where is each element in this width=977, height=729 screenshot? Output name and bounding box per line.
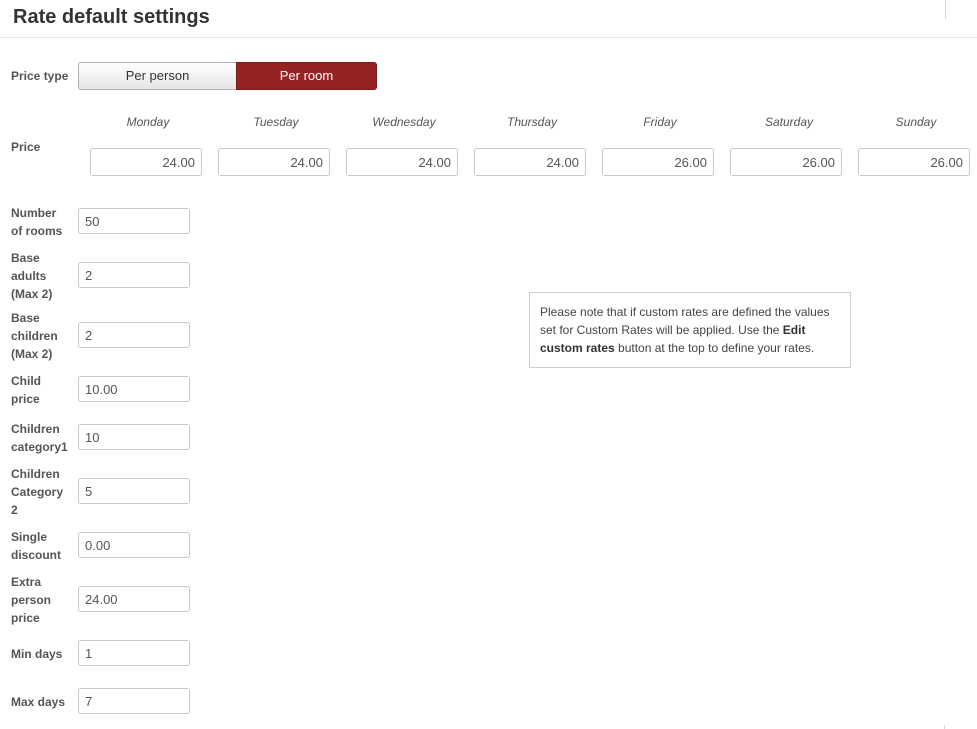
- single-discount-label: Single discount: [11, 530, 61, 562]
- price-type-toggle: Per person Per room: [78, 62, 377, 90]
- children-category1-label: Children category1: [11, 422, 68, 454]
- base-adults-label: Base adults (Max 2): [11, 251, 53, 301]
- children-category2-input[interactable]: [78, 478, 190, 504]
- max-days-input[interactable]: [78, 688, 190, 714]
- extra-person-price-input[interactable]: [78, 586, 190, 612]
- day-saturday-label: Saturday: [764, 115, 814, 129]
- price-label: Price: [11, 140, 41, 154]
- max-days-label: Max days: [11, 695, 66, 709]
- base-children-input[interactable]: [78, 322, 190, 348]
- number-of-rooms-input[interactable]: [78, 208, 190, 234]
- base-adults-input[interactable]: [78, 262, 190, 288]
- price-type-label: Price type: [11, 69, 69, 83]
- children-category1-input[interactable]: [78, 424, 190, 450]
- per-person-button[interactable]: Per person: [78, 62, 237, 90]
- per-room-button[interactable]: Per room: [236, 62, 377, 90]
- price-wednesday-input[interactable]: [346, 148, 458, 176]
- price-monday-input[interactable]: [90, 148, 202, 176]
- day-tuesday-label: Tuesday: [253, 115, 299, 129]
- child-price-label: Child price: [11, 374, 41, 406]
- child-price-input[interactable]: [78, 376, 190, 402]
- price-tuesday-input[interactable]: [218, 148, 330, 176]
- day-friday-label: Friday: [643, 115, 677, 129]
- price-sunday-input[interactable]: [858, 148, 970, 176]
- right-divider: [945, 0, 946, 19]
- price-thursday-input[interactable]: [474, 148, 586, 176]
- page-title: Rate default settings: [13, 6, 210, 28]
- min-days-label: Min days: [11, 647, 63, 661]
- number-of-rooms-label: Number of rooms: [11, 206, 63, 238]
- extra-person-price-label: Extra person price: [11, 575, 52, 625]
- note-text-end: button at the top to define your rates.: [614, 341, 815, 355]
- day-wednesday-label: Wednesday: [372, 115, 436, 129]
- children-category2-label: Children Category 2: [11, 467, 64, 517]
- base-children-label: Base children (Max 2): [11, 311, 58, 361]
- single-discount-input[interactable]: [78, 532, 190, 558]
- title-divider: [0, 37, 977, 38]
- min-days-input[interactable]: [78, 640, 190, 666]
- custom-rates-note: Please note that if custom rates are def…: [529, 292, 851, 368]
- day-sunday-label: Sunday: [895, 115, 937, 129]
- price-saturday-input[interactable]: [730, 148, 842, 176]
- day-monday-label: Monday: [126, 115, 170, 129]
- day-thursday-label: Thursday: [506, 115, 558, 129]
- bottom-tick: [944, 725, 945, 729]
- price-friday-input[interactable]: [602, 148, 714, 176]
